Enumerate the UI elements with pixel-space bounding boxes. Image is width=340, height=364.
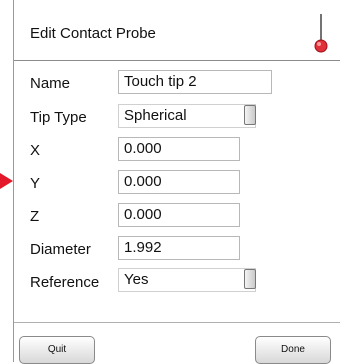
- reference-value: Yes: [124, 271, 149, 288]
- tip-type-value: Spherical: [124, 107, 187, 124]
- z-label: Z: [30, 208, 40, 225]
- diameter-label: Diameter: [30, 241, 91, 258]
- reference-label: Reference: [30, 274, 100, 291]
- quit-button[interactable]: Quit: [19, 336, 95, 364]
- y-field[interactable]: 0.000: [118, 170, 240, 194]
- dialog-title: Edit Contact Probe: [30, 25, 156, 42]
- tip-type-select[interactable]: Spherical: [118, 104, 256, 128]
- name-label: Name: [30, 75, 71, 92]
- edit-contact-probe-dialog: Edit Contact Probe Name Touch tip 2 Tip …: [13, 0, 340, 364]
- y-label: Y: [30, 175, 41, 192]
- done-button[interactable]: Done: [255, 336, 331, 364]
- x-field[interactable]: 0.000: [118, 137, 240, 161]
- x-label: X: [30, 142, 41, 159]
- dialog-header: Edit Contact Probe: [14, 0, 340, 61]
- row-pointer-arrow-icon: [0, 173, 13, 189]
- name-field[interactable]: Touch tip 2: [118, 70, 272, 94]
- reference-dropdown-handle[interactable]: [244, 269, 256, 289]
- tip-type-label: Tip Type: [30, 109, 87, 126]
- diameter-field[interactable]: 1.992: [118, 236, 240, 260]
- reference-select[interactable]: Yes: [118, 268, 256, 292]
- z-field[interactable]: 0.000: [118, 203, 240, 227]
- footer-divider: [14, 322, 340, 323]
- probe-tip-icon: [314, 14, 328, 53]
- tip-type-dropdown-handle[interactable]: [244, 105, 256, 125]
